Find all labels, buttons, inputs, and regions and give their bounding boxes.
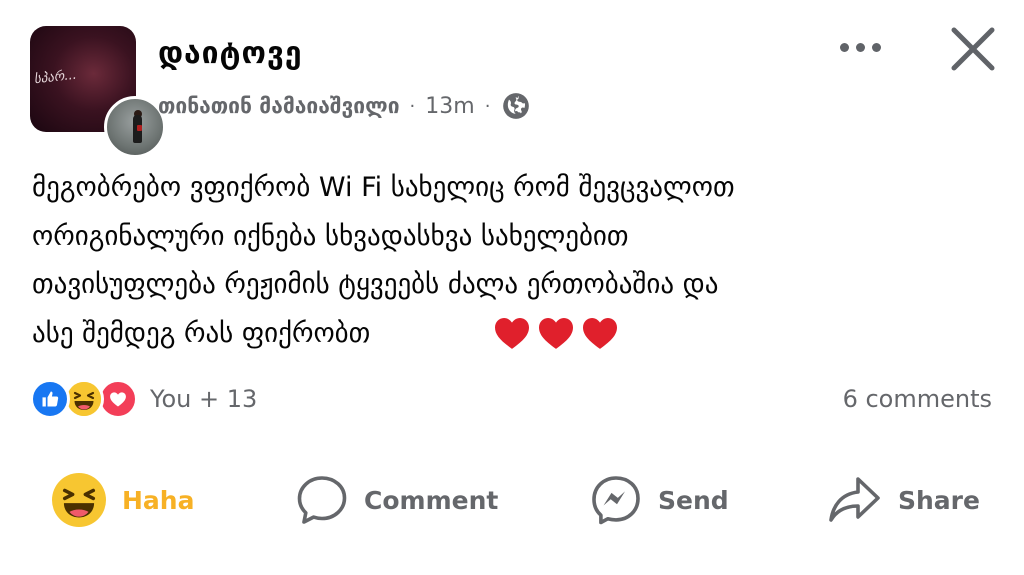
post-avatar[interactable]: სპარ...	[30, 26, 166, 158]
haha-reaction-icon	[64, 379, 104, 419]
love-reaction-icon	[98, 379, 138, 419]
meta-separator: ·	[484, 95, 491, 117]
heart-icon	[583, 318, 617, 349]
comment-label: Comment	[364, 485, 499, 515]
action-bar: Haha Comment Send Share	[0, 470, 1024, 530]
reaction-count[interactable]: You + 13	[150, 385, 257, 413]
post-time[interactable]: 13m	[425, 94, 474, 119]
comments-count[interactable]: 6 comments	[843, 385, 992, 413]
haha-icon	[52, 473, 106, 527]
avatar-figure-bag	[137, 125, 142, 131]
send-label: Send	[658, 485, 729, 515]
comment-button[interactable]: Comment	[296, 470, 498, 530]
author-name[interactable]: თინათინ მამაიაშვილი	[158, 94, 400, 118]
close-icon[interactable]	[946, 22, 1000, 76]
more-dot	[871, 42, 881, 52]
heart-icon	[495, 318, 529, 349]
heart-icon	[539, 318, 573, 349]
more-horizontal-icon	[839, 42, 849, 52]
comment-icon	[296, 474, 348, 526]
messenger-icon	[590, 474, 642, 526]
more-options-button[interactable]	[832, 30, 888, 64]
share-label: Share	[898, 485, 980, 515]
group-avatar-text: სპარ...	[33, 67, 78, 88]
haha-label: Haha	[122, 485, 195, 515]
post-meta: თინათინ მამაიაშვილი · 13m ·	[158, 92, 530, 120]
share-icon	[828, 475, 882, 525]
heart-emojis	[492, 313, 620, 353]
like-reaction-icon	[30, 379, 70, 419]
author-avatar[interactable]	[104, 96, 166, 158]
share-button[interactable]: Share	[828, 470, 980, 530]
haha-button[interactable]: Haha	[52, 470, 194, 530]
group-name[interactable]: დაიტოვე	[158, 36, 303, 71]
globe-icon	[503, 93, 530, 119]
meta-separator: ·	[409, 95, 416, 117]
more-dot	[855, 42, 865, 52]
reactions-summary[interactable]: You + 13	[30, 379, 257, 419]
send-button[interactable]: Send	[590, 470, 729, 530]
